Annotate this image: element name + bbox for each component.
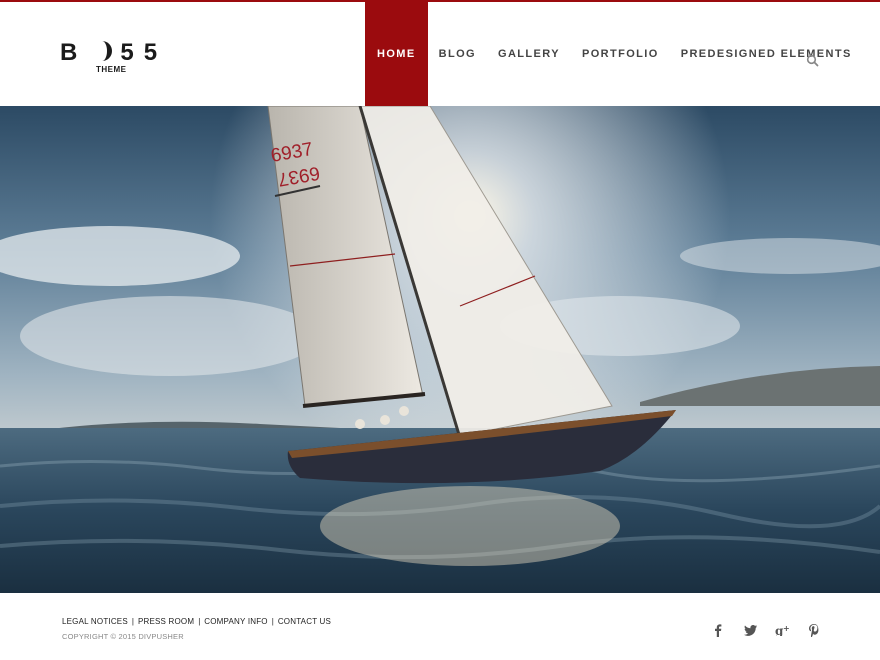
site-footer: LEGAL NOTICES | PRESS ROOM | COMPANY INFO | CO… [0,593,880,660]
pinterest-icon[interactable] [806,623,822,637]
google-plus-icon[interactable]: g + [774,623,790,637]
logo-mark: B 55 [60,39,168,66]
footer-link-contact-us[interactable]: CONTACT US [278,617,331,626]
site-header: B 55 THEME HOME BLOG GALLERY PORTFOLIO PR… [0,2,880,106]
facebook-icon[interactable] [710,623,726,637]
main-nav: HOME BLOG GALLERY PORTFOLIO PREDESIGNED … [365,2,863,106]
nav-item-blog[interactable]: BLOG [428,2,487,106]
sailboat-illustration: 6937 6937 [0,106,880,593]
logo-subtitle: THEME [96,65,127,74]
footer-links: LEGAL NOTICES | PRESS ROOM | COMPANY INFO | CO… [62,617,332,626]
nav-item-predesigned-elements[interactable]: PREDESIGNED ELEMENTS [670,2,863,106]
hero-image: 6937 6937 [0,106,880,593]
svg-text:+: + [783,624,790,633]
search-icon[interactable] [806,54,820,68]
nav-item-portfolio[interactable]: PORTFOLIO [571,2,670,106]
social-links: g + [710,623,822,637]
site-logo[interactable]: B 55 THEME [60,39,170,79]
nav-item-home[interactable]: HOME [365,2,428,106]
nav-item-gallery[interactable]: GALLERY [487,2,571,106]
twitter-icon[interactable] [742,623,758,637]
footer-link-press-room[interactable]: PRESS ROOM [138,617,194,626]
footer-link-legal-notices[interactable]: LEGAL NOTICES [62,617,128,626]
footer-link-company-info[interactable]: COMPANY INFO [204,617,267,626]
copyright-text: COPYRIGHT © 2015 DIVPUSHER [62,632,184,641]
